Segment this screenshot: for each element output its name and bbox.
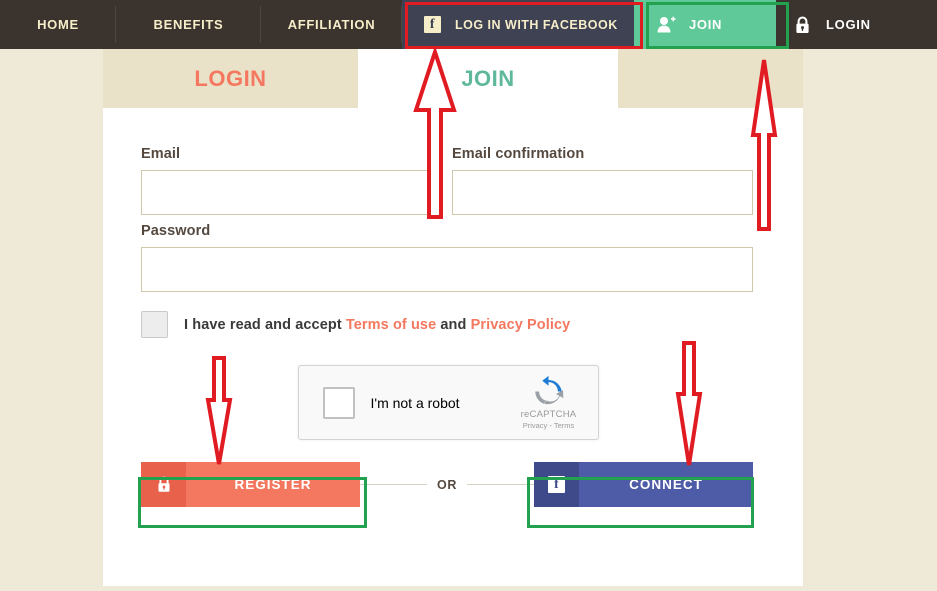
email-confirmation-input[interactable]	[452, 170, 753, 215]
password-label: Password	[141, 223, 211, 239]
nav-item-home[interactable]: HOME	[0, 0, 116, 49]
or-separator-label: OR	[437, 477, 457, 492]
tabs-filler	[618, 49, 803, 108]
terms-text: I have read and accept Terms of use and …	[184, 317, 570, 333]
facebook-icon: f	[534, 462, 579, 507]
tab-join-label: JOIN	[461, 65, 515, 91]
password-field-group: Password	[141, 223, 753, 292]
register-button-label: REGISTER	[234, 477, 312, 492]
nav-join-button[interactable]: JOIN	[634, 0, 776, 49]
register-button[interactable]: REGISTER	[141, 462, 360, 507]
action-buttons-row: REGISTER OR f CONNECT	[141, 462, 753, 507]
recaptcha-widget[interactable]: I'm not a robot reCAPTCHA Privacy - Term…	[297, 365, 599, 440]
email-input[interactable]	[141, 170, 442, 215]
registration-form: Email Email confirmation Password I have…	[103, 108, 803, 507]
or-separator: OR	[360, 477, 535, 492]
nav-item-affiliation-label: AFFILIATION	[287, 17, 376, 32]
terms-checkbox[interactable]	[141, 311, 168, 338]
nav-item-benefits-label: BENEFITS	[153, 17, 224, 32]
nav-login-label: LOGIN	[826, 17, 871, 32]
recaptcha-checkbox[interactable]	[322, 386, 355, 419]
terms-row: I have read and accept Terms of use and …	[141, 311, 765, 338]
recaptcha-legal-links[interactable]: Privacy - Terms	[512, 421, 586, 430]
connect-button-label: CONNECT	[629, 477, 703, 492]
recaptcha-branding: reCAPTCHA Privacy - Terms	[512, 375, 586, 430]
recaptcha-logo-icon	[535, 375, 564, 405]
terms-prefix: I have read and accept	[184, 316, 346, 333]
terms-conjunction: and	[436, 316, 471, 333]
email-confirmation-field-group: Email confirmation	[452, 146, 753, 215]
captcha-wrapper: I'm not a robot reCAPTCHA Privacy - Term…	[141, 365, 765, 440]
terms-of-use-link[interactable]: Terms of use	[346, 317, 436, 333]
nav-join-label: JOIN	[689, 17, 723, 32]
nav-item-benefits[interactable]: BENEFITS	[116, 0, 261, 49]
user-plus-icon	[657, 16, 676, 33]
tab-login-label: LOGIN	[194, 65, 267, 91]
email-row: Email Email confirmation	[141, 146, 765, 223]
privacy-policy-link[interactable]: Privacy Policy	[471, 317, 571, 333]
recaptcha-brand-name: reCAPTCHA	[520, 409, 577, 420]
nav-facebook-login-label: LOG IN WITH FACEBOOK	[455, 17, 618, 32]
auth-card: LOGIN JOIN Email Email confirmation Pass…	[103, 49, 803, 586]
or-line-left	[360, 484, 428, 485]
email-field-group: Email	[141, 146, 442, 215]
nav-item-affiliation[interactable]: AFFILIATION	[261, 0, 402, 49]
connect-button[interactable]: f CONNECT	[534, 462, 753, 507]
nav-facebook-login-button[interactable]: f LOG IN WITH FACEBOOK	[402, 0, 634, 49]
password-input[interactable]	[141, 247, 753, 292]
top-navigation-bar: HOME BENEFITS AFFILIATION f LOG IN WITH …	[0, 0, 937, 49]
email-label: Email	[141, 146, 181, 162]
lock-icon	[141, 462, 186, 507]
auth-tabs: LOGIN JOIN	[103, 49, 803, 108]
nav-item-home-label: HOME	[37, 17, 79, 32]
recaptcha-label: I'm not a robot	[370, 394, 460, 411]
lock-icon	[795, 15, 810, 34]
tab-login[interactable]: LOGIN	[103, 49, 358, 108]
or-line-right	[466, 484, 535, 485]
email-confirmation-label: Email confirmation	[452, 146, 585, 162]
nav-login-button[interactable]: LOGIN	[776, 0, 937, 49]
facebook-icon: f	[424, 16, 441, 33]
tab-join[interactable]: JOIN	[358, 49, 618, 108]
